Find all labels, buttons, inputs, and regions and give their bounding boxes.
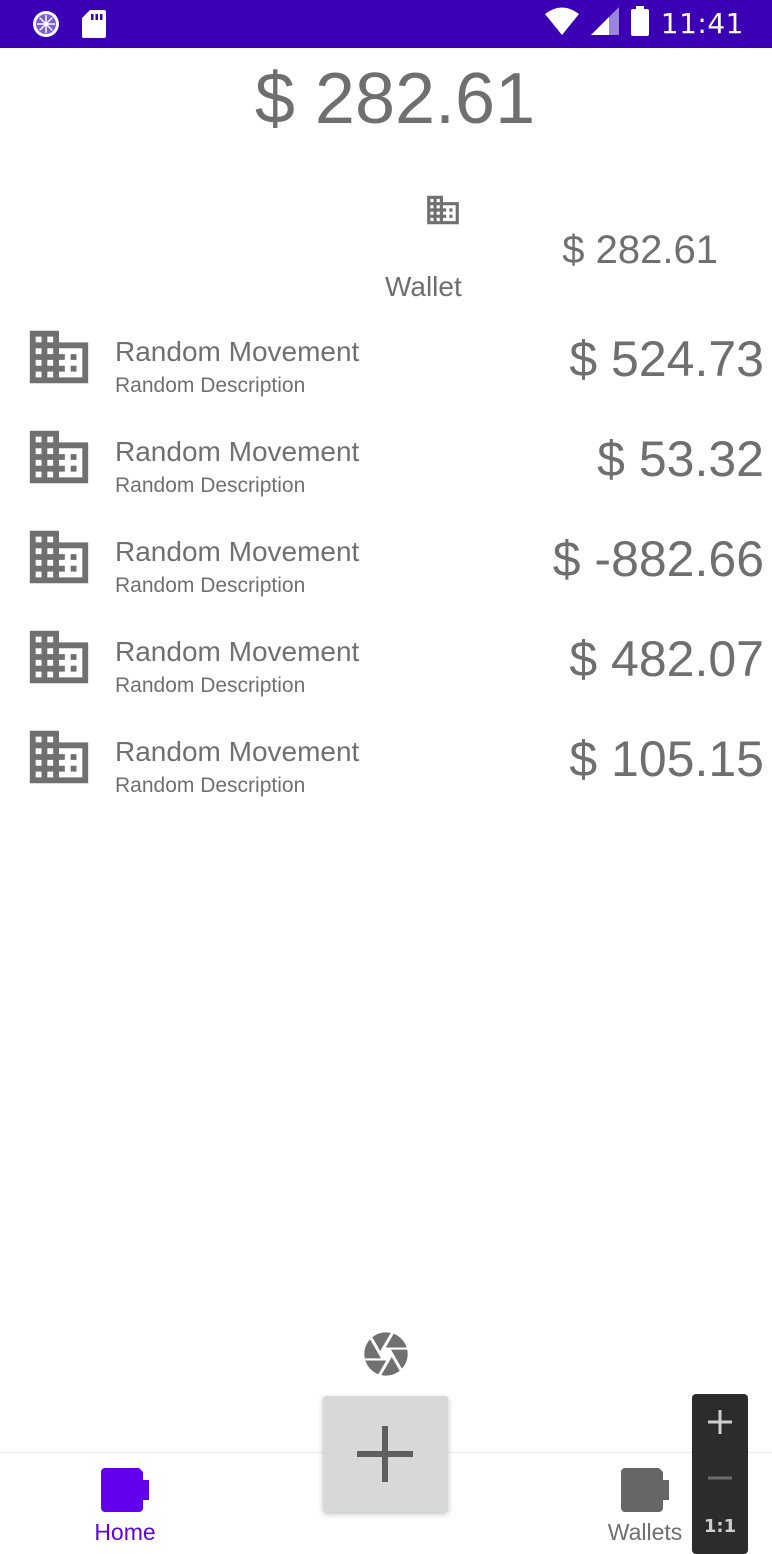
business-icon xyxy=(24,322,94,392)
movement-amount: $ 524.73 xyxy=(569,331,764,387)
movement-amount: $ 482.07 xyxy=(569,631,764,687)
wallet-name: Wallet xyxy=(385,271,462,302)
movement-description: Random Description xyxy=(115,774,306,797)
sd-card-icon xyxy=(82,10,106,43)
nav-label-home: Home xyxy=(94,1519,156,1545)
zoom-controls: 1:1 xyxy=(692,1394,748,1554)
battery-icon xyxy=(630,6,649,41)
movement-title: Random Movement xyxy=(115,336,360,367)
wallet-card[interactable]: $ 282.61 Wallet xyxy=(0,180,772,310)
sync-icon xyxy=(32,10,60,43)
movement-amount: $ -882.66 xyxy=(552,531,764,587)
zoom-reset-button[interactable]: 1:1 xyxy=(692,1516,748,1537)
nav-item-home[interactable]: Home xyxy=(35,1453,215,1549)
movement-description: Random Description xyxy=(115,374,306,397)
wallet-icon xyxy=(101,1468,149,1512)
wallet-amount: $ 282.61 xyxy=(562,228,718,272)
movement-title: Random Movement xyxy=(115,636,360,667)
movement-title: Random Movement xyxy=(115,436,360,467)
movement-description: Random Description xyxy=(115,474,306,497)
camera-shutter-icon xyxy=(360,1332,412,1384)
status-time: 11:41 xyxy=(660,7,744,40)
movement-amount: $ 105.15 xyxy=(569,731,764,787)
wallet-icon xyxy=(621,1468,669,1512)
movement-description: Random Description xyxy=(115,674,306,697)
add-movement-button[interactable] xyxy=(323,1396,448,1512)
wifi-icon xyxy=(544,7,579,40)
business-icon xyxy=(424,191,462,229)
camera-button[interactable] xyxy=(360,1328,412,1380)
movement-title: Random Movement xyxy=(115,536,360,567)
business-icon xyxy=(24,622,94,692)
cell-signal-icon xyxy=(590,7,619,40)
status-bar: 11:41 xyxy=(0,0,772,48)
zoom-out-button[interactable] xyxy=(706,1464,734,1492)
list-item[interactable]: Random Movement Random Description $ 524… xyxy=(0,312,772,412)
business-icon xyxy=(24,522,94,592)
list-item[interactable]: Random Movement Random Description $ -88… xyxy=(0,512,772,612)
movement-title: Random Movement xyxy=(115,736,360,767)
list-item[interactable]: Random Movement Random Description $ 105… xyxy=(0,712,772,812)
movement-description: Random Description xyxy=(115,574,306,597)
list-item[interactable]: Random Movement Random Description $ 53.… xyxy=(0,412,772,512)
business-icon xyxy=(24,422,94,492)
movement-list: Random Movement Random Description $ 524… xyxy=(0,312,772,812)
list-item[interactable]: Random Movement Random Description $ 482… xyxy=(0,612,772,712)
business-icon xyxy=(24,722,94,792)
total-balance: $ 282.61 xyxy=(254,59,536,139)
movement-amount: $ 53.32 xyxy=(597,431,764,487)
zoom-in-button[interactable] xyxy=(706,1408,734,1436)
